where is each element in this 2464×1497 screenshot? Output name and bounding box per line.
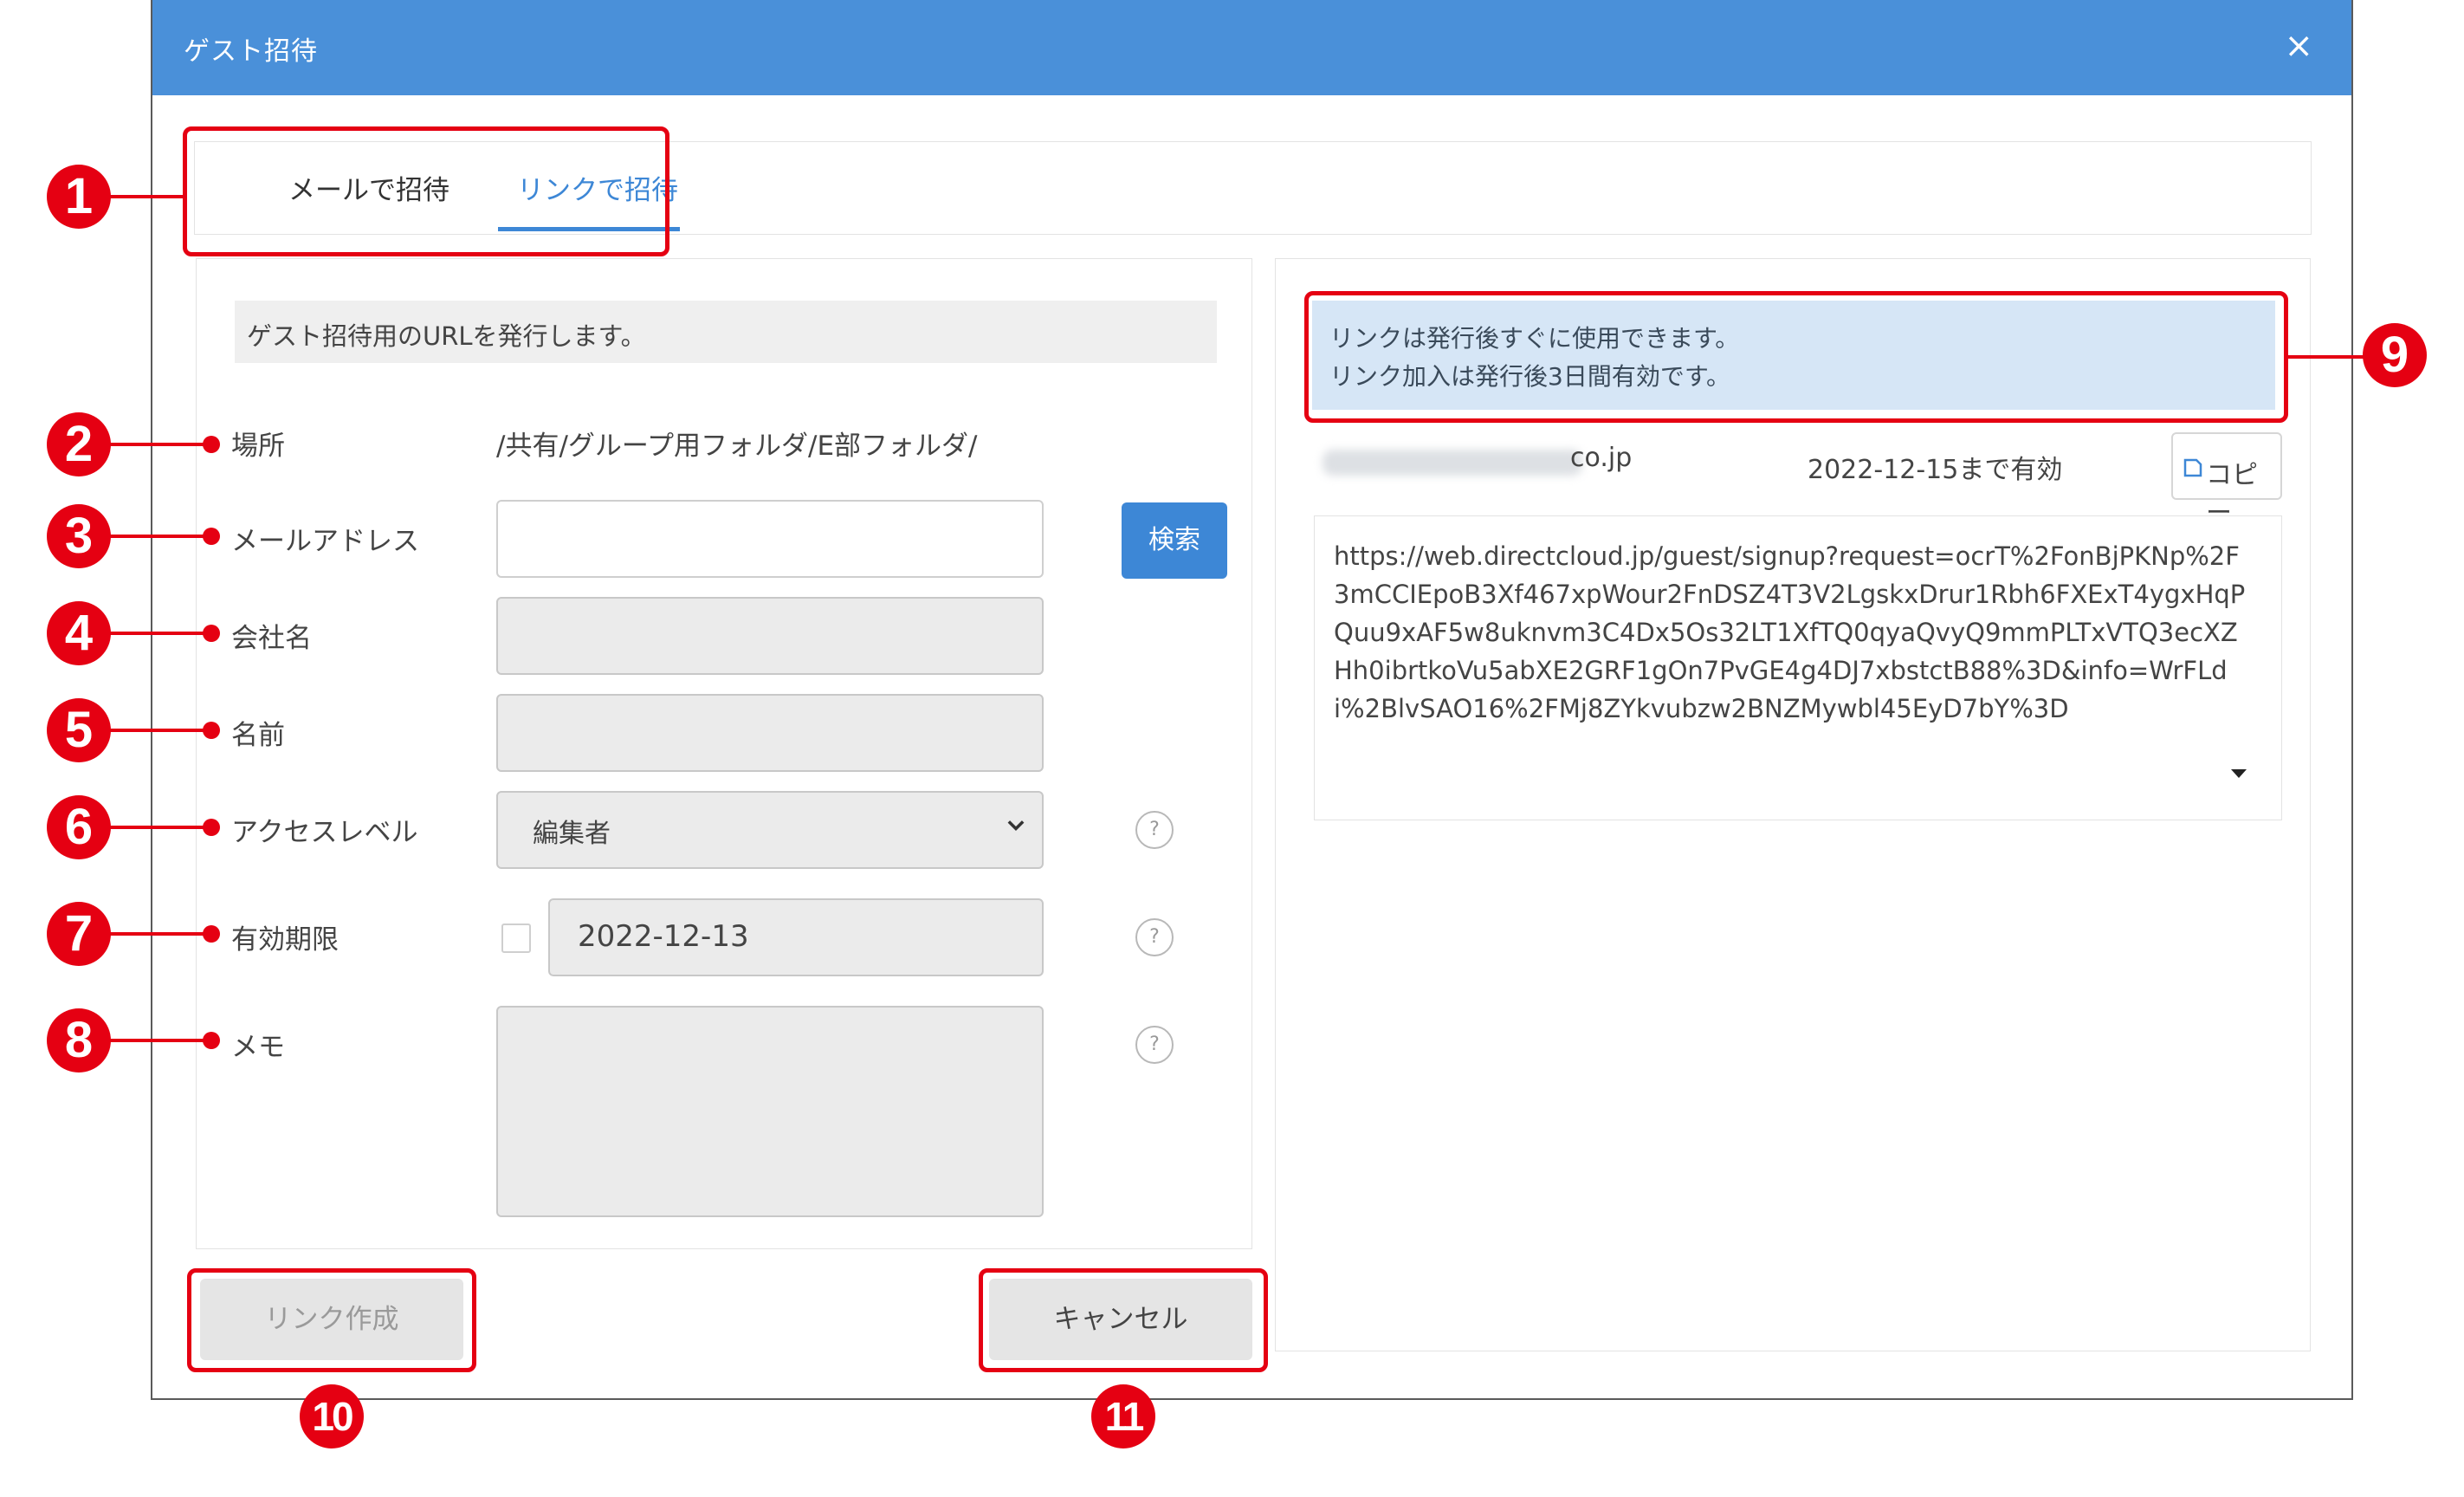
name-label: 名前 (231, 720, 285, 751)
url-line: 3mCCIEpoB3Xf467xpWour2FnDSZ4T3V2LgskxDru… (1334, 580, 2246, 609)
callout-box-tabs (183, 126, 669, 256)
copy-icon (2183, 458, 2202, 477)
close-icon[interactable]: × (2284, 24, 2313, 68)
callout-dot-6 (203, 819, 220, 836)
blurred-email (1323, 450, 1582, 476)
email-label: メールアドレス (231, 526, 419, 557)
company-field[interactable] (496, 597, 1044, 675)
memo-field[interactable] (496, 1006, 1044, 1217)
company-label: 会社名 (231, 623, 312, 654)
access-level-selected: 編集者 (533, 819, 611, 849)
access-level-label: アクセスレベル (231, 817, 418, 848)
location-label: 場所 (231, 431, 285, 462)
memo-help-icon[interactable]: ? (1135, 1026, 1174, 1064)
dialog-title: ゲスト招待 (184, 36, 318, 67)
callout-dot-2 (203, 436, 220, 453)
url-line: Hh0ibrtkoVu5abXE2GRF1gOn7PvGE4g4DJ7xbstc… (1334, 656, 2228, 685)
caret-down-icon[interactable] (2229, 768, 2248, 780)
callout-dot-8 (203, 1032, 220, 1049)
callout-leader-7 (109, 932, 211, 936)
callout-dot-7 (203, 925, 220, 943)
callout-dot-5 (203, 722, 220, 739)
expiry-date-field[interactable]: 2022-12-13 (548, 898, 1044, 976)
callout-leader-3 (109, 535, 211, 538)
callout-box-cancel (979, 1268, 1268, 1372)
copy-button[interactable]: コピー (2171, 432, 2282, 528)
callout-marker-7: 7 (47, 902, 111, 966)
callout-marker-11: 11 (1091, 1384, 1155, 1448)
invite-form-panel: ゲスト招待用のURLを発行します。 場所 /共有/グループ用フォルダ/E部フォル… (196, 258, 1252, 1249)
expiry-help-icon[interactable]: ? (1135, 918, 1174, 956)
callout-dot-3 (203, 528, 220, 545)
info-message: ゲスト招待用のURLを発行します。 (235, 301, 1217, 363)
callout-leader-1 (109, 195, 185, 198)
expiry-date-value: 2022-12-13 (578, 919, 749, 954)
dialog-title-bar: ゲスト招待 × (152, 0, 2351, 95)
callout-dot-4 (203, 625, 220, 642)
name-field[interactable] (496, 694, 1044, 772)
callout-marker-9: 9 (2363, 323, 2427, 387)
callout-marker-5: 5 (47, 698, 111, 762)
location-value: /共有/グループ用フォルダ/E部フォルダ/ (496, 431, 978, 462)
callout-marker-4: 4 (47, 601, 111, 665)
callout-marker-2: 2 (47, 412, 111, 476)
expiry-checkbox[interactable] (501, 923, 531, 953)
callout-marker-10: 10 (300, 1384, 364, 1448)
callout-marker-1: 1 (47, 165, 111, 229)
valid-until-text: 2022-12-15まで有効 (1808, 455, 2063, 485)
callout-marker-8: 8 (47, 1008, 111, 1073)
url-line: https://web.directcloud.jp/guest/signup?… (1334, 541, 2240, 571)
callout-leader-9 (2286, 355, 2364, 359)
url-line: i%2BlvSAO16%2FMj8ZYkvubzw2BNZMywbl45EyD7… (1334, 694, 2069, 723)
expiry-label: 有効期限 (231, 924, 339, 956)
callout-leader-8 (109, 1039, 211, 1042)
callout-leader-6 (109, 826, 211, 829)
callout-marker-3: 3 (47, 504, 111, 568)
callout-marker-6: 6 (47, 795, 111, 859)
callout-leader-5 (109, 729, 211, 732)
callout-leader-2 (109, 443, 211, 446)
access-level-select[interactable]: 編集者 (496, 791, 1044, 869)
chevron-down-icon (1007, 820, 1025, 831)
search-button[interactable]: 検索 (1122, 502, 1227, 579)
callout-leader-4 (109, 632, 211, 635)
url-line: Quu9xAF5w8uknvm3C4Dx5Os32LT1XfTQ0qyaQvyQ… (1334, 618, 2238, 647)
invite-url-box[interactable]: https://web.directcloud.jp/guest/signup?… (1314, 515, 2282, 820)
callout-box-create (187, 1268, 476, 1372)
callout-box-notice (1304, 291, 2288, 423)
memo-label: メモ (231, 1032, 285, 1063)
email-field[interactable] (496, 500, 1044, 578)
email-domain: co.jp (1570, 443, 1633, 473)
access-level-help-icon[interactable]: ? (1135, 811, 1174, 849)
